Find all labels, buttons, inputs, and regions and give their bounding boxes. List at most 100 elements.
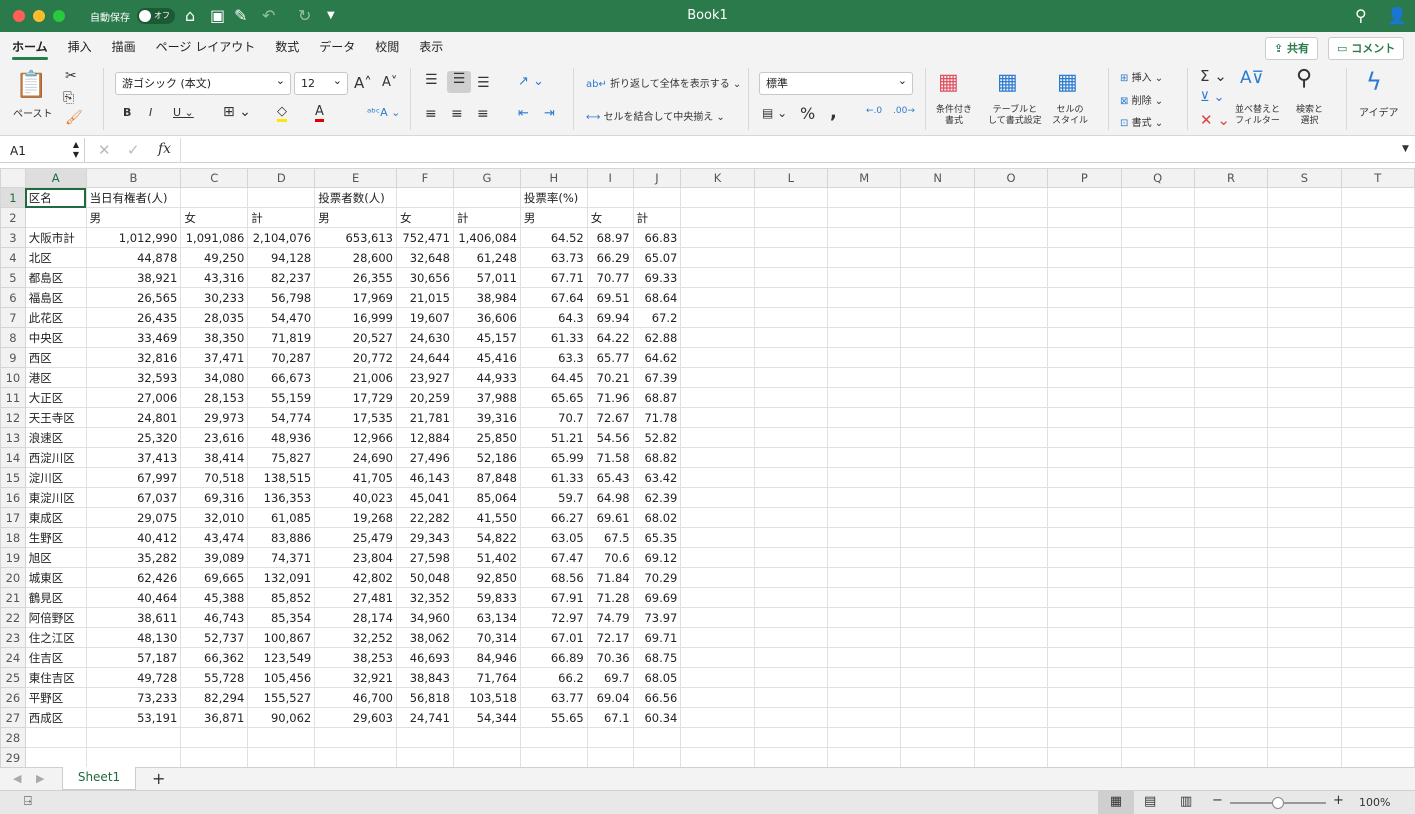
cell-M6[interactable] (827, 287, 902, 308)
italic-icon[interactable]: I (149, 106, 152, 119)
cell-L5[interactable] (753, 267, 829, 288)
row-header[interactable]: 19 (0, 547, 26, 568)
cell-T5[interactable] (1340, 267, 1415, 288)
row-header[interactable]: 24 (0, 647, 26, 668)
formula-input[interactable] (180, 138, 1400, 163)
cell-N2[interactable] (900, 207, 975, 228)
cell-A9[interactable]: 西区 (24, 347, 87, 368)
cell-I22[interactable]: 74.79 (586, 607, 634, 628)
cell-S10[interactable] (1267, 367, 1342, 388)
align-bottom-icon[interactable]: ☰ (477, 75, 490, 91)
row-header[interactable]: 9 (0, 347, 26, 368)
cell-C3[interactable]: 1,091,086 (180, 227, 249, 248)
cell-N1[interactable] (900, 187, 975, 208)
cell-G28[interactable] (452, 727, 521, 748)
cell-T17[interactable] (1340, 507, 1415, 528)
decrease-decimal-icon[interactable]: .00→ (893, 106, 915, 116)
cell-R28[interactable] (1193, 727, 1269, 748)
cell-J10[interactable]: 67.39 (632, 367, 682, 388)
cell-L6[interactable] (753, 287, 829, 308)
cell-H25[interactable]: 66.2 (519, 667, 588, 688)
cell-H26[interactable]: 63.77 (519, 687, 588, 708)
find-select-button[interactable]: 検索と 選択 (1296, 105, 1323, 127)
cell-S23[interactable] (1267, 627, 1342, 648)
row-header[interactable]: 11 (0, 387, 26, 408)
cell-E25[interactable]: 32,921 (314, 667, 397, 688)
cell-F25[interactable]: 38,843 (396, 667, 454, 688)
cell-E5[interactable]: 26,355 (314, 267, 397, 288)
cell-H9[interactable]: 63.3 (519, 347, 588, 368)
cell-E2[interactable]: 男 (314, 207, 397, 228)
decrease-indent-icon[interactable]: ⇤ (518, 106, 529, 121)
cell-T24[interactable] (1340, 647, 1415, 668)
cell-K14[interactable] (680, 447, 755, 468)
row-header[interactable]: 1 (0, 187, 26, 208)
cell-I1[interactable] (586, 187, 634, 208)
cell-D18[interactable]: 83,886 (247, 527, 316, 548)
cell-M14[interactable] (827, 447, 902, 468)
cell-J9[interactable]: 64.62 (632, 347, 682, 368)
cell-S1[interactable] (1267, 187, 1342, 208)
cell-T16[interactable] (1340, 487, 1415, 508)
cell-H19[interactable]: 67.47 (519, 547, 588, 568)
cell-T29[interactable] (1340, 747, 1415, 768)
cell-I4[interactable]: 66.29 (586, 247, 634, 268)
cell-S28[interactable] (1267, 727, 1342, 748)
cell-I10[interactable]: 70.21 (586, 367, 634, 388)
cell-S5[interactable] (1267, 267, 1342, 288)
sort-filter-icon[interactable]: A⊽ (1240, 68, 1264, 88)
tab-view[interactable]: 表示 (419, 32, 443, 62)
cell-E17[interactable]: 19,268 (314, 507, 397, 528)
cell-N15[interactable] (900, 467, 975, 488)
cell-J24[interactable]: 68.75 (632, 647, 682, 668)
cell-M7[interactable] (827, 307, 902, 328)
cell-R17[interactable] (1193, 507, 1269, 528)
cell-Q26[interactable] (1120, 687, 1195, 708)
cell-A16[interactable]: 東淀川区 (24, 487, 87, 508)
cell-M9[interactable] (827, 347, 902, 368)
cell-S20[interactable] (1267, 567, 1342, 588)
cell-N8[interactable] (900, 327, 975, 348)
cell-H6[interactable]: 67.64 (519, 287, 588, 308)
cell-G1[interactable] (452, 187, 521, 208)
cell-Q4[interactable] (1120, 247, 1195, 268)
cell-N7[interactable] (900, 307, 975, 328)
cell-I29[interactable] (586, 747, 634, 768)
cell-M12[interactable] (827, 407, 902, 428)
cell-N21[interactable] (900, 587, 975, 608)
cell-O29[interactable] (973, 747, 1049, 768)
cell-O25[interactable] (973, 667, 1049, 688)
cell-M13[interactable] (827, 427, 902, 448)
cell-P13[interactable] (1047, 427, 1122, 448)
format-table-button[interactable]: テーブルと して書式設定 (988, 105, 1042, 127)
cell-S2[interactable] (1267, 207, 1342, 228)
cell-C6[interactable]: 30,233 (180, 287, 249, 308)
borders-icon[interactable]: ⊞ ⌄ (223, 104, 251, 120)
cell-F28[interactable] (396, 727, 454, 748)
cell-E4[interactable]: 28,600 (314, 247, 397, 268)
cell-N13[interactable] (900, 427, 975, 448)
column-header-K[interactable]: K (680, 168, 755, 188)
cell-D29[interactable] (247, 747, 316, 768)
cell-L23[interactable] (753, 627, 829, 648)
cell-T20[interactable] (1340, 567, 1415, 588)
cell-J17[interactable]: 68.02 (632, 507, 682, 528)
cell-J11[interactable]: 68.87 (632, 387, 682, 408)
cell-C10[interactable]: 34,080 (180, 367, 249, 388)
cell-R16[interactable] (1193, 487, 1269, 508)
cell-L22[interactable] (753, 607, 829, 628)
cell-M4[interactable] (827, 247, 902, 268)
cell-Q6[interactable] (1120, 287, 1195, 308)
cell-B4[interactable]: 44,878 (85, 247, 182, 268)
cell-H18[interactable]: 63.05 (519, 527, 588, 548)
cell-A27[interactable]: 西成区 (24, 707, 87, 728)
share-button[interactable]: ⇪ 共有 (1265, 37, 1319, 60)
cell-M24[interactable] (827, 647, 902, 668)
cell-N18[interactable] (900, 527, 975, 548)
cell-F2[interactable]: 女 (396, 207, 454, 228)
cell-C14[interactable]: 38,414 (180, 447, 249, 468)
cell-N24[interactable] (900, 647, 975, 668)
cell-E28[interactable] (314, 727, 397, 748)
page-break-view-icon[interactable]: ▥ (1180, 794, 1192, 809)
cell-M20[interactable] (827, 567, 902, 588)
